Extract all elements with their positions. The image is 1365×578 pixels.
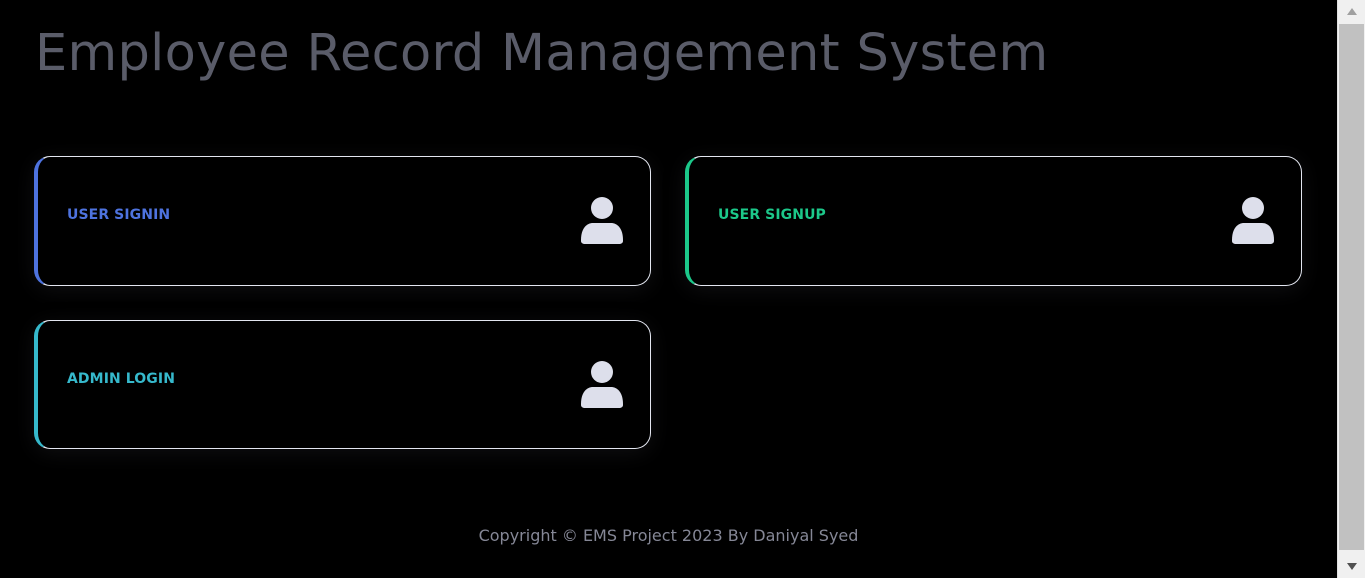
scroll-up-arrow-icon[interactable] [1338, 0, 1365, 22]
page-viewport: Employee Record Management System USER S… [0, 0, 1337, 578]
user-signin-card[interactable]: USER SIGNIN [34, 156, 651, 286]
user-signin-label: USER SIGNIN [67, 207, 171, 223]
scrollbar-thumb[interactable] [1339, 24, 1364, 550]
user-icon [581, 197, 623, 244]
user-signup-card[interactable]: USER SIGNUP [685, 156, 1302, 286]
admin-login-label: ADMIN LOGIN [67, 371, 176, 387]
user-icon [1232, 197, 1274, 244]
footer-copyright: Copyright © EMS Project 2023 By Daniyal … [478, 526, 859, 545]
user-icon [581, 361, 623, 408]
scroll-down-arrow-icon[interactable] [1338, 556, 1365, 578]
user-signup-label: USER SIGNUP [718, 207, 826, 223]
vertical-scrollbar[interactable] [1337, 0, 1365, 578]
page-title: Employee Record Management System [35, 24, 1049, 83]
admin-login-card[interactable]: ADMIN LOGIN [34, 320, 651, 449]
